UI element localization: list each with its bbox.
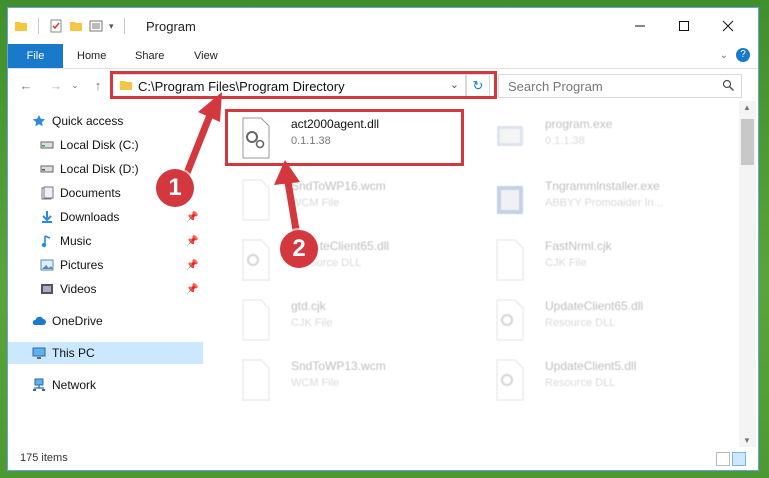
annotation-arrows xyxy=(181,92,301,240)
step-1-badge: 1 xyxy=(156,169,194,207)
step-2-badge: 2 xyxy=(280,230,318,268)
